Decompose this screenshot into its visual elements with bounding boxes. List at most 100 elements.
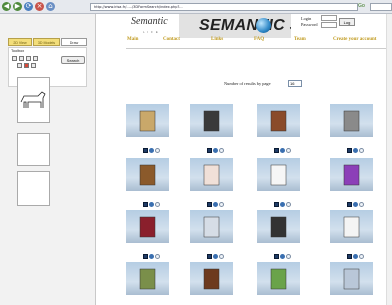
nav-main[interactable]: Main xyxy=(127,37,138,42)
eraser-tool-icon[interactable] xyxy=(26,56,31,61)
info-icon[interactable] xyxy=(213,202,218,207)
result-thumbnail-iron-gate[interactable] xyxy=(190,104,233,137)
info-icon[interactable] xyxy=(213,254,218,259)
result-actions xyxy=(274,202,294,208)
view-3d-icon[interactable] xyxy=(347,148,352,153)
search-similar-icon[interactable] xyxy=(155,202,160,207)
view-3d-icon[interactable] xyxy=(207,202,212,207)
view-3d-icon[interactable] xyxy=(143,202,148,207)
tab-3d-models[interactable]: 3D Models xyxy=(33,38,60,46)
home-icon[interactable]: ⌂ xyxy=(46,2,55,11)
search-similar-icon[interactable] xyxy=(359,254,364,259)
model-preview xyxy=(270,164,287,186)
forward-icon[interactable]: ▶ xyxy=(13,2,22,11)
result-thumbnail-dinosaur[interactable] xyxy=(126,262,169,295)
search-similar-icon[interactable] xyxy=(219,202,224,207)
login-button[interactable]: Log xyxy=(339,18,355,26)
info-icon[interactable] xyxy=(353,254,358,259)
info-icon[interactable] xyxy=(149,254,154,259)
password-label: Password xyxy=(301,22,318,27)
tab-draw[interactable]: Draw xyxy=(61,38,87,46)
search-similar-icon[interactable] xyxy=(359,148,364,153)
result-thumbnail-wooden-chair[interactable] xyxy=(257,104,300,137)
result-actions xyxy=(143,254,163,260)
info-icon[interactable] xyxy=(280,202,285,207)
search-similar-icon[interactable] xyxy=(219,148,224,153)
result-thumbnail-green-animal[interactable] xyxy=(257,262,300,295)
info-icon[interactable] xyxy=(280,254,285,259)
result-actions xyxy=(347,202,367,208)
search-similar-icon[interactable] xyxy=(359,202,364,207)
results-per-page-select[interactable]: 16 xyxy=(288,80,302,87)
view-3d-icon[interactable] xyxy=(207,148,212,153)
nav-team[interactable]: Team xyxy=(294,37,306,42)
search-button[interactable]: Search xyxy=(61,56,85,64)
result-thumbnail-cake[interactable] xyxy=(190,158,233,191)
result-thumbnail-red-gallows[interactable] xyxy=(126,210,169,243)
browser-search-input[interactable] xyxy=(370,3,392,11)
info-icon[interactable] xyxy=(213,148,218,153)
nav-faq[interactable]: FAQ xyxy=(254,37,264,42)
search-similar-icon[interactable] xyxy=(286,202,291,207)
nav-create-account[interactable]: Create your account xyxy=(333,37,376,42)
search-similar-icon[interactable] xyxy=(286,148,291,153)
url-bar[interactable]: http://www.irisa.fr/...../3DFormSearch/i… xyxy=(90,3,358,11)
result-thumbnail-white-table[interactable] xyxy=(257,158,300,191)
model-preview xyxy=(203,268,220,290)
search-similar-icon[interactable] xyxy=(219,254,224,259)
result-thumbnail-glass-shelf[interactable] xyxy=(330,262,373,295)
stop-icon[interactable]: × xyxy=(35,2,44,11)
view-3d-icon[interactable] xyxy=(143,254,148,259)
search-similar-icon[interactable] xyxy=(286,254,291,259)
info-icon[interactable] xyxy=(353,148,358,153)
model-preview xyxy=(139,268,156,290)
search-similar-icon[interactable] xyxy=(155,148,160,153)
info-icon[interactable] xyxy=(280,148,285,153)
info-icon[interactable] xyxy=(149,202,154,207)
password-field[interactable] xyxy=(321,22,337,28)
view-3d-icon[interactable] xyxy=(274,254,279,259)
drawing-canvas[interactable] xyxy=(17,77,50,123)
fill-tool-icon[interactable] xyxy=(31,63,36,68)
drawing-canvas-3[interactable] xyxy=(17,171,50,206)
info-icon[interactable] xyxy=(353,202,358,207)
info-icon[interactable] xyxy=(149,148,154,153)
login-field[interactable] xyxy=(321,15,337,21)
result-thumbnail-white-plane[interactable] xyxy=(330,210,373,243)
vertical-scrollbar[interactable] xyxy=(386,14,392,305)
undo-tool-icon[interactable] xyxy=(17,63,22,68)
result-thumbnail-knight-figure[interactable] xyxy=(126,104,169,137)
result-thumbnail-purple-spiral[interactable] xyxy=(330,158,373,191)
view-3d-icon[interactable] xyxy=(347,202,352,207)
result-thumbnail-dark-table[interactable] xyxy=(257,210,300,243)
go-button[interactable]: Go xyxy=(358,2,368,11)
model-preview xyxy=(139,216,156,238)
pencil-tool-icon[interactable] xyxy=(12,56,17,61)
result-actions xyxy=(207,254,227,260)
toolbox-label: Toolbox xyxy=(11,49,25,53)
select-tool-icon[interactable] xyxy=(33,56,38,61)
result-thumbnail-glass-chair[interactable] xyxy=(190,210,233,243)
result-thumbnail-shelf-frame[interactable] xyxy=(330,104,373,137)
search-similar-icon[interactable] xyxy=(155,254,160,259)
view-3d-icon[interactable] xyxy=(274,148,279,153)
result-actions xyxy=(143,202,163,208)
login-label: Login xyxy=(301,16,312,21)
result-thumbnail-brown-table[interactable] xyxy=(190,262,233,295)
back-icon[interactable]: ◀ xyxy=(2,2,11,11)
tab-2d-view[interactable]: 2D View xyxy=(8,38,32,46)
model-preview xyxy=(343,110,360,132)
model-preview xyxy=(139,110,156,132)
view-3d-icon[interactable] xyxy=(274,202,279,207)
drawing-canvas-2[interactable] xyxy=(17,133,50,166)
nav-contact[interactable]: Contact xyxy=(163,37,180,42)
view-3d-icon[interactable] xyxy=(143,148,148,153)
line-tool-icon[interactable] xyxy=(19,56,24,61)
nav-links[interactable]: Links xyxy=(211,37,223,42)
result-thumbnail-horse[interactable] xyxy=(126,158,169,191)
clear-tool-icon[interactable] xyxy=(24,63,29,68)
site-logo[interactable]: Semantic L I F E xyxy=(127,14,175,36)
view-3d-icon[interactable] xyxy=(207,254,212,259)
reload-icon[interactable]: ⟳ xyxy=(24,2,33,11)
view-3d-icon[interactable] xyxy=(347,254,352,259)
